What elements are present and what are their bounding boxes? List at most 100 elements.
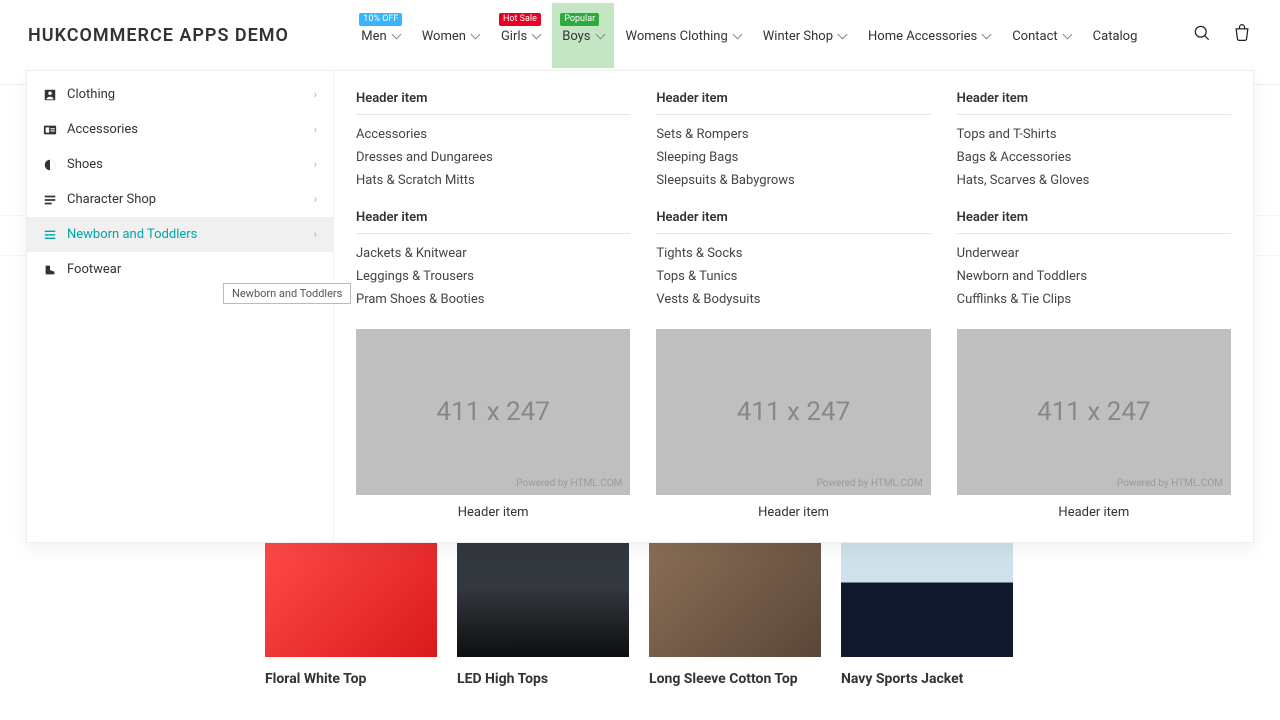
mega-link[interactable]: Bags & Accessories — [957, 146, 1231, 169]
chevron-down-icon — [595, 30, 605, 40]
mega-link[interactable]: Tops & Tunics — [656, 265, 930, 288]
chevron-down-icon — [732, 30, 742, 40]
mega-link[interactable]: Sleepsuits & Babygrows — [656, 169, 930, 192]
mega-link[interactable]: Hats & Scratch Mitts — [356, 169, 630, 192]
nav-boys[interactable]: Popular Boys — [552, 3, 613, 68]
placeholder-image: 411 x 247 Powered by HTML.COM — [656, 329, 930, 495]
mega-column: Header item Accessories Dresses and Dung… — [356, 91, 630, 192]
nav-women[interactable]: Women — [412, 3, 489, 68]
header: HUKCOMMERCE APPS DEMO 10% OFF Men Women … — [0, 0, 1280, 70]
mega-promo-caption: Header item — [458, 505, 529, 520]
product-image[interactable] — [265, 542, 437, 657]
mega-link[interactable]: Leggings & Trousers — [356, 265, 630, 288]
placeholder-credit: Powered by HTML.COM — [1117, 478, 1223, 489]
mega-sidebar: Clothing › Accessories › Shoes › Charact… — [27, 71, 334, 542]
nav-label: Boys — [562, 29, 590, 44]
mega-link[interactable]: Hats, Scarves & Gloves — [957, 169, 1231, 192]
product-title[interactable]: Floral White Top — [265, 671, 437, 687]
nav-label: Winter Shop — [763, 29, 833, 44]
mega-link[interactable]: Dresses and Dungarees — [356, 146, 630, 169]
nav-contact[interactable]: Contact — [1002, 3, 1080, 68]
chevron-right-icon: › — [314, 123, 317, 136]
product-image[interactable] — [649, 542, 821, 657]
nav-label: Home Accessories — [868, 29, 977, 44]
sidebar-item-label: Shoes — [67, 157, 103, 172]
sidebar-item-label: Accessories — [67, 122, 138, 137]
bars-icon — [43, 193, 57, 207]
product-title[interactable]: LED High Tops — [457, 671, 629, 687]
mega-link[interactable]: Sets & Rompers — [656, 123, 930, 146]
product-title[interactable]: Long Sleeve Cotton Top — [649, 671, 821, 687]
badge: Popular — [560, 13, 599, 26]
search-icon[interactable] — [1192, 23, 1212, 47]
nav-label: Contact — [1012, 29, 1057, 44]
nav-girls[interactable]: Hot Sale Girls — [491, 3, 550, 68]
tooltip: Newborn and Toddlers — [223, 283, 351, 304]
mega-link[interactable]: Newborn and Toddlers — [957, 265, 1231, 288]
placeholder-dim: 411 x 247 — [1037, 397, 1150, 427]
boot-icon — [43, 263, 57, 277]
badge: Hot Sale — [499, 13, 541, 26]
mega-column: Header item Sets & Rompers Sleeping Bags… — [656, 91, 930, 192]
sidebar-item-label: Character Shop — [67, 192, 156, 207]
mega-link[interactable]: Pram Shoes & Booties — [356, 288, 630, 311]
mega-column-header: Header item — [356, 210, 630, 234]
mega-menu: Clothing › Accessories › Shoes › Charact… — [26, 70, 1254, 543]
mega-link[interactable]: Jackets & Knitwear — [356, 242, 630, 265]
sidebar-item-shoes[interactable]: Shoes › — [27, 147, 333, 182]
mega-columns: Header item Accessories Dresses and Dung… — [334, 71, 1253, 542]
placeholder-credit: Powered by HTML.COM — [817, 478, 923, 489]
nav-label: Women — [422, 29, 466, 44]
chevron-down-icon — [1062, 30, 1072, 40]
product-image[interactable] — [841, 542, 1013, 657]
main-nav: 10% OFF Men Women Hot Sale Girls Popular… — [351, 3, 1147, 68]
mega-column: Header item Tops and T-Shirts Bags & Acc… — [957, 91, 1231, 192]
mega-link[interactable]: Sleeping Bags — [656, 146, 930, 169]
sidebar-item-clothing[interactable]: Clothing › — [27, 77, 333, 112]
sidebar-item-label: Footwear — [67, 262, 121, 277]
nav-womens-clothing[interactable]: Womens Clothing — [616, 3, 751, 68]
mega-link[interactable]: Underwear — [957, 242, 1231, 265]
nav-label: Catalog — [1093, 29, 1138, 44]
sidebar-item-character-shop[interactable]: Character Shop › — [27, 182, 333, 217]
chevron-right-icon: › — [314, 88, 317, 101]
mega-link[interactable]: Tights & Socks — [656, 242, 930, 265]
nav-men[interactable]: 10% OFF Men — [351, 3, 409, 68]
sidebar-item-footwear[interactable]: Footwear — [27, 252, 333, 287]
badge: 10% OFF — [359, 13, 402, 26]
chevron-down-icon — [838, 30, 848, 40]
mega-promo[interactable]: 411 x 247 Powered by HTML.COM Header ite… — [356, 329, 630, 520]
person-icon — [43, 88, 57, 102]
lines-icon — [43, 228, 57, 242]
mega-link[interactable]: Accessories — [356, 123, 630, 146]
mega-column-header: Header item — [356, 91, 630, 115]
chevron-right-icon: › — [314, 158, 317, 171]
nav-label: Girls — [501, 29, 527, 44]
product-title[interactable]: Navy Sports Jacket — [841, 671, 1013, 687]
nav-label: Womens Clothing — [626, 29, 728, 44]
sidebar-item-label: Newborn and Toddlers — [67, 227, 197, 242]
placeholder-dim: 411 x 247 — [436, 397, 549, 427]
chevron-right-icon: › — [314, 193, 317, 206]
nav-catalog[interactable]: Catalog — [1083, 3, 1148, 68]
brand-title[interactable]: HUKCOMMERCE APPS DEMO — [28, 25, 289, 46]
mega-link[interactable]: Cufflinks & Tie Clips — [957, 288, 1231, 311]
sidebar-item-accessories[interactable]: Accessories › — [27, 112, 333, 147]
chevron-right-icon: › — [314, 228, 317, 241]
nav-winter-shop[interactable]: Winter Shop — [753, 3, 856, 68]
mega-link[interactable]: Vests & Bodysuits — [656, 288, 930, 311]
mega-link[interactable]: Tops and T-Shirts — [957, 123, 1231, 146]
id-icon — [43, 123, 57, 137]
nav-home-accessories[interactable]: Home Accessories — [858, 3, 1000, 68]
mega-column: Header item Jackets & Knitwear Leggings … — [356, 210, 630, 311]
mega-promo[interactable]: 411 x 247 Powered by HTML.COM Header ite… — [656, 329, 930, 520]
cart-icon[interactable] — [1232, 23, 1252, 47]
chevron-down-icon — [470, 30, 480, 40]
product-image[interactable] — [457, 542, 629, 657]
placeholder-dim: 411 x 247 — [737, 397, 850, 427]
mega-promo[interactable]: 411 x 247 Powered by HTML.COM Header ite… — [957, 329, 1231, 520]
sidebar-item-newborn-toddlers[interactable]: Newborn and Toddlers › — [27, 217, 333, 252]
chevron-down-icon — [391, 30, 401, 40]
chevron-down-icon — [532, 30, 542, 40]
placeholder-image: 411 x 247 Powered by HTML.COM — [957, 329, 1231, 495]
